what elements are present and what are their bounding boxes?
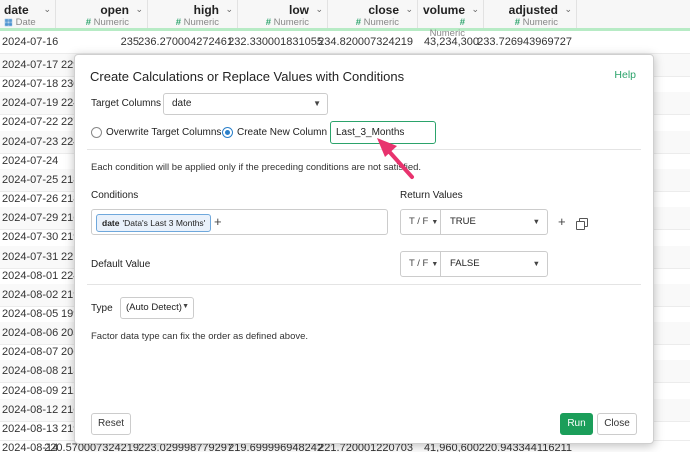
annotation-arrow-icon [377,138,414,179]
